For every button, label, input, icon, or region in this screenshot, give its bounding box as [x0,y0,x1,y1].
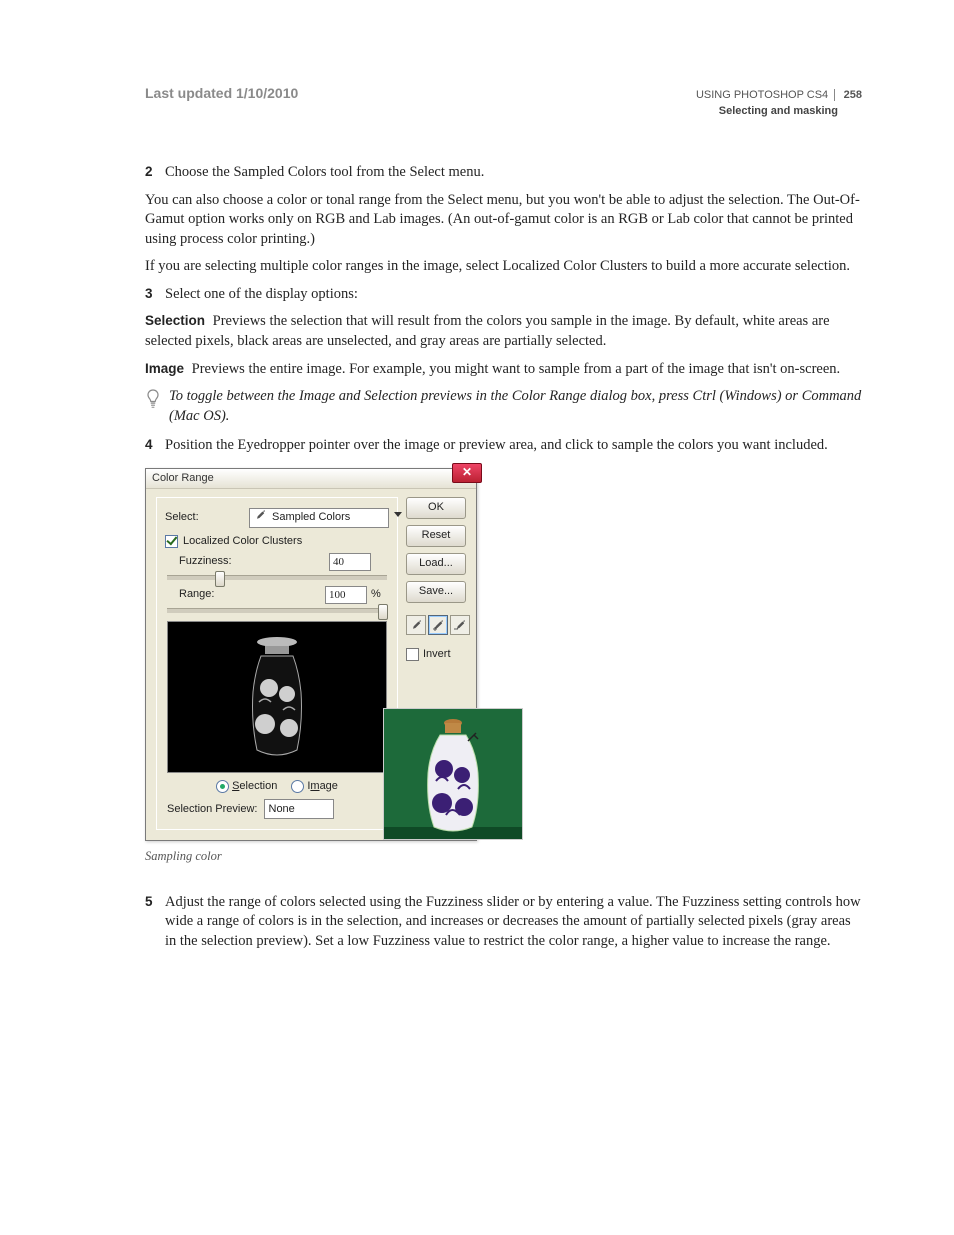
image-radio-label: Image [307,779,338,794]
step-text: Position the Eyedropper pointer over the… [165,436,862,456]
dialog-title: Color Range [152,471,214,486]
term-text: Previews the selection that will result … [145,313,830,349]
step-number: 3 [145,285,165,305]
save-button[interactable]: Save... [406,581,466,603]
sample-image [383,708,523,840]
select-label: Select: [165,510,249,525]
selection-preview-dropdown[interactable]: None [264,799,334,819]
step-text: Choose the Sampled Colors tool from the … [165,163,862,183]
term-label: Selection [145,313,205,328]
selection-radio[interactable] [216,780,229,793]
eyedropper-icon[interactable] [406,615,426,635]
definition-selection: Selection Previews the selection that wi… [145,312,862,351]
page-number: 258 [840,89,862,101]
fuzziness-slider[interactable] [167,575,387,580]
term-label: Image [145,361,184,376]
select-dropdown[interactable]: Sampled Colors [249,508,389,528]
figure: Color Range ✕ Select: Sampled Colors [145,468,525,838]
step-text: Select one of the display options: [165,285,862,305]
step-number: 4 [145,436,165,456]
slider-thumb[interactable] [378,604,388,620]
body-paragraph: If you are selecting multiple color rang… [145,257,862,277]
fuzziness-input[interactable]: 40 [329,553,371,571]
range-input[interactable]: 100 [325,586,367,604]
invert-label: Invert [423,647,451,662]
reset-button[interactable]: Reset [406,525,466,547]
header-section: Selecting and masking [696,105,862,117]
eyedropper-icon [254,509,266,526]
select-value: Sampled Colors [272,510,350,525]
step-number: 5 [145,893,165,952]
selection-preview-value: None [269,802,295,817]
localized-clusters-label: Localized Color Clusters [183,534,302,549]
range-slider[interactable] [167,608,387,613]
image-radio[interactable] [291,780,304,793]
definition-image: Image Previews the entire image. For exa… [145,360,862,380]
close-button[interactable]: ✕ [452,463,482,483]
selection-preview [167,621,387,773]
invert-checkbox[interactable] [406,648,419,661]
selection-radio-label: Selection [232,779,277,794]
body-paragraph: You can also choose a color or tonal ran… [145,191,862,250]
chevron-down-icon [394,512,402,517]
step-text: Adjust the range of colors selected usin… [165,893,862,952]
lightbulb-icon [145,387,169,426]
selection-preview-label: Selection Preview: [167,802,258,817]
tip-text: To toggle between the Image and Selectio… [169,387,862,426]
term-text: Previews the entire image. For example, … [188,361,840,377]
figure-caption: Sampling color [145,848,862,865]
load-button[interactable]: Load... [406,553,466,575]
range-unit: % [367,587,389,602]
ok-button[interactable]: OK [406,497,466,519]
eyedropper-minus-icon[interactable] [450,615,470,635]
fuzziness-label: Fuzziness: [179,554,329,569]
range-label: Range: [179,587,325,602]
localized-clusters-checkbox[interactable] [165,535,178,548]
eyedropper-plus-icon[interactable] [428,615,448,635]
slider-thumb[interactable] [215,571,225,587]
header-title: USING PHOTOSHOP CS4 [696,89,835,101]
step-number: 2 [145,163,165,183]
